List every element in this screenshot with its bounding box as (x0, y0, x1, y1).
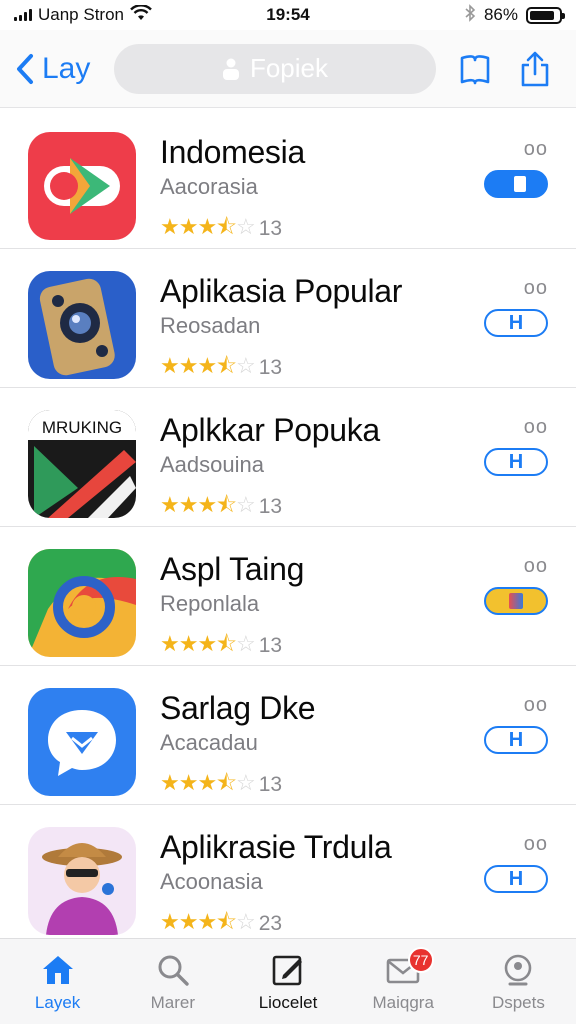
app-rating: ★★★⯪☆ 13 (160, 488, 282, 526)
more-icon[interactable]: oo (524, 277, 548, 300)
list-item[interactable]: MRUKING Aplkkar Popuka Aadsouina ★★★⯪☆ 13… (0, 388, 576, 527)
chevron-left-icon (17, 53, 33, 84)
search-icon (158, 955, 189, 986)
get-button[interactable]: H (484, 448, 548, 476)
rating-count: 13 (258, 495, 283, 518)
status-bar: Uanp Stron 19:54 86% (0, 0, 576, 30)
tab-label: Maiqgra (372, 992, 434, 1012)
rating-count: 13 (258, 634, 283, 657)
list-item[interactable]: Aplikasia Popular Reosadan ★★★⯪☆ 13 oo H (0, 249, 576, 388)
app-icon-swirl (28, 549, 136, 657)
tab-label: Marer (150, 992, 195, 1012)
app-icon-camera (28, 271, 136, 379)
signal-icon (14, 9, 32, 21)
book-icon[interactable] (458, 50, 492, 88)
battery-percent: 86% (483, 5, 518, 24)
battery-icon (526, 6, 565, 24)
search-placeholder: Fopiek (249, 53, 329, 83)
app-icon-character (28, 827, 136, 935)
search-field[interactable]: Fopiek (114, 43, 436, 94)
notification-badge: 77 (407, 947, 434, 973)
app-title: Aspl Taing (160, 551, 305, 587)
app-title: Aplikasia Popular (160, 273, 403, 309)
edit-icon (272, 955, 302, 985)
star-rating: ★★★⯪☆ (160, 492, 256, 517)
get-button[interactable]: H (484, 865, 548, 893)
star-rating: ★★★⯪☆ (160, 353, 256, 378)
app-rating: ★★★⯪☆ 13 (160, 349, 282, 387)
app-rating: ★★★⯪☆ 13 (160, 627, 282, 665)
app-subtitle: Acacadau (160, 730, 258, 755)
person-icon (222, 58, 239, 80)
tab-label: Layek (34, 992, 81, 1012)
share-icon[interactable] (518, 50, 552, 88)
app-subtitle: Reponlala (160, 591, 260, 616)
app-icon-play (28, 132, 136, 240)
more-icon[interactable]: oo (524, 833, 548, 856)
nav-bar: Lay Fopiek (0, 30, 576, 108)
rating-count: 13 (258, 773, 283, 796)
list-item[interactable]: Sarlag Dke Acacadau ★★★⯪☆ 13 oo H (0, 666, 576, 805)
app-icon-mruking: MRUKING (28, 410, 136, 518)
tab-edit[interactable]: Liocelet (230, 939, 345, 1024)
app-subtitle: Reosadan (160, 313, 261, 338)
tab-bar: Layek Marer Liocelet 77 Maiqgra Dspets (0, 938, 576, 1024)
carrier-name: Uanp Stron (38, 5, 124, 24)
tab-label: Dspets (491, 992, 545, 1012)
rating-count: 13 (258, 356, 283, 379)
open-button[interactable] (484, 587, 548, 615)
app-subtitle: Aacorasia (160, 174, 258, 199)
list-item[interactable]: Aplikrasie Trdula Acoonasia ★★★⯪☆ 23 oo H (0, 805, 576, 944)
app-list: Indomesia Aacorasia ★★★⯪☆ 13 oo Aplikasia… (0, 110, 576, 944)
back-button[interactable]: Lay (14, 52, 114, 86)
more-icon[interactable]: oo (524, 555, 548, 578)
tab-label: Liocelet (258, 992, 318, 1012)
app-icon-messenger (28, 688, 136, 796)
rating-count: 23 (258, 912, 283, 935)
app-title: Aplkkar Popuka (160, 412, 380, 448)
tab-account[interactable]: Dspets (461, 939, 576, 1024)
list-item[interactable]: Indomesia Aacorasia ★★★⯪☆ 13 oo (0, 110, 576, 249)
star-rating: ★★★⯪☆ (160, 631, 256, 656)
tab-mail[interactable]: 77 Maiqgra (346, 939, 461, 1024)
star-rating: ★★★⯪☆ (160, 214, 256, 239)
home-icon (42, 955, 73, 984)
more-icon[interactable]: oo (524, 138, 548, 161)
wifi-icon (130, 3, 152, 26)
toggle-button[interactable] (484, 170, 548, 198)
app-subtitle: Acoonasia (160, 869, 263, 894)
app-icon-label: MRUKING (42, 418, 122, 437)
bluetooth-icon (464, 3, 476, 27)
app-title: Aplikrasie Trdula (160, 829, 392, 865)
get-button[interactable]: H (484, 309, 548, 337)
app-title: Sarlag Dke (160, 690, 316, 726)
status-time: 19:54 (266, 5, 310, 24)
back-label: Lay (42, 51, 91, 85)
tab-search[interactable]: Marer (115, 939, 230, 1024)
get-button[interactable]: H (484, 726, 548, 754)
app-title: Indomesia (160, 134, 305, 170)
star-rating: ★★★⯪☆ (160, 770, 256, 795)
app-rating: ★★★⯪☆ 13 (160, 766, 282, 804)
more-icon[interactable]: oo (524, 416, 548, 439)
list-item[interactable]: Aspl Taing Reponlala ★★★⯪☆ 13 oo (0, 527, 576, 666)
more-icon[interactable]: oo (524, 694, 548, 717)
app-rating: ★★★⯪☆ 13 (160, 210, 282, 248)
app-subtitle: Aadsouina (160, 452, 264, 477)
rating-count: 13 (258, 217, 283, 240)
tab-home[interactable]: Layek (0, 939, 115, 1024)
account-icon (505, 954, 532, 985)
